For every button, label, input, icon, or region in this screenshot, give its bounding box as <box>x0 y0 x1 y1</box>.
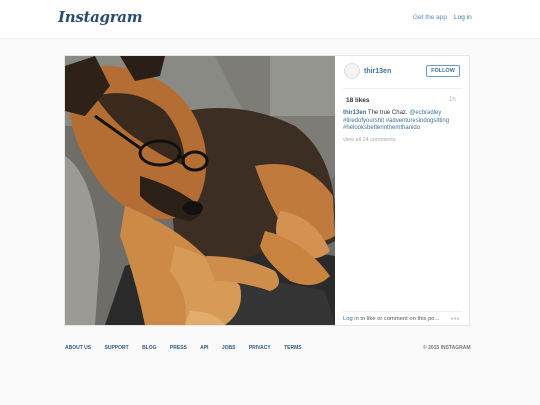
post-time: 1h <box>449 97 456 103</box>
footer-link-terms[interactable]: TERMS <box>284 345 302 351</box>
login-link[interactable]: Log in <box>454 14 472 21</box>
footer-link-press[interactable]: PRESS <box>170 345 187 351</box>
footer-link-support[interactable]: SUPPORT <box>105 345 129 351</box>
caption-text: The true Chaz. <box>366 110 410 116</box>
caption-username[interactable]: thir13en <box>343 110 366 116</box>
footer-link-blog[interactable]: BLOG <box>142 345 156 351</box>
footer-link-api[interactable]: API <box>200 345 208 351</box>
footer-link-about[interactable]: ABOUT US <box>65 345 91 351</box>
post-username[interactable]: thir13en <box>364 68 391 75</box>
login-prompt: Log in to like or comment on this po... <box>343 316 443 322</box>
view-all-comments-link[interactable]: view all 24 comments <box>343 137 396 143</box>
dog-photo-icon <box>65 56 335 325</box>
divider <box>343 88 462 89</box>
caption-mention[interactable]: @ecbradley <box>409 110 441 116</box>
more-options-icon[interactable]: ••• <box>451 316 460 323</box>
top-bar: Instagram Get the app Log in <box>0 0 540 39</box>
footer-links: ABOUT US SUPPORT BLOG PRESS API JOBS PRI… <box>65 345 314 351</box>
login-prompt-link[interactable]: Log in <box>343 316 359 322</box>
footer-link-privacy[interactable]: PRIVACY <box>249 345 271 351</box>
divider <box>343 311 462 312</box>
follow-button[interactable]: FOLLOW <box>426 65 460 77</box>
post-caption: thir13en The true Chaz. @ecbradley #tire… <box>343 110 463 133</box>
get-the-app-link[interactable]: Get the app <box>413 14 447 21</box>
avatar[interactable] <box>344 63 360 79</box>
post-photo[interactable] <box>65 56 335 325</box>
login-prompt-text: to like or comment on this po... <box>358 316 440 322</box>
likes-count: 18 likes <box>346 97 370 104</box>
caption-hashtags[interactable]: #tiredofyourshit #adventuresindogsitting… <box>343 118 449 132</box>
copyright: © 2015 INSTAGRAM <box>423 345 471 351</box>
footer-link-jobs[interactable]: JOBS <box>222 345 236 351</box>
instagram-logo[interactable]: Instagram <box>58 8 143 26</box>
